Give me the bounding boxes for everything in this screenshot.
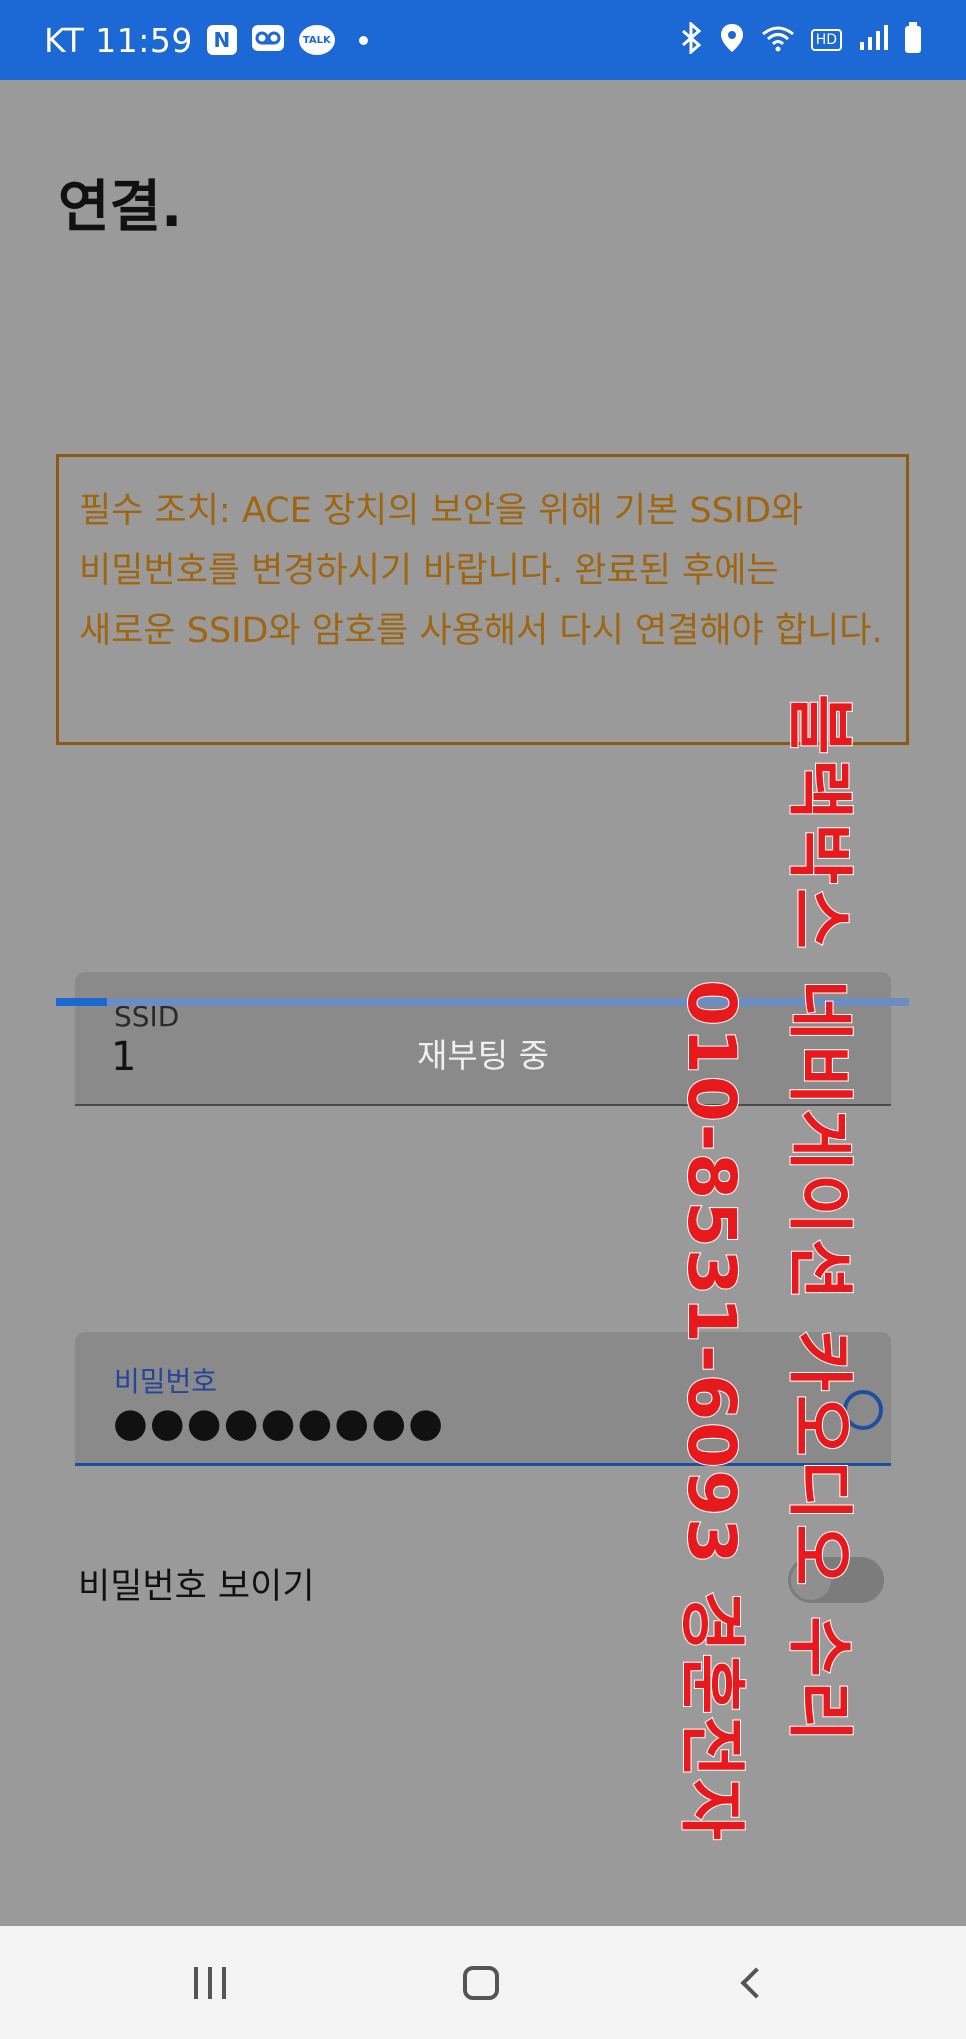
- system-navigation-bar: [0, 1926, 966, 2039]
- home-icon: [463, 1965, 499, 2000]
- back-button[interactable]: [691, 1926, 811, 2039]
- kakaotalk-notification-icon: TALK: [298, 25, 335, 55]
- security-notice-text: 필수 조치: ACE 장치의 보안을 위해 기본 SSID와 비밀번호를 변경하…: [79, 491, 883, 651]
- recent-apps-icon: [194, 1966, 226, 1999]
- naver-notification-icon: N: [206, 25, 237, 55]
- page-title: 연결.: [58, 175, 183, 240]
- more-notifications-dot: [358, 35, 368, 45]
- show-password-label: 비밀번호 보이기: [78, 1567, 315, 1607]
- watermark-line-2: 010-8531-6093 경훈전자: [672, 979, 751, 1843]
- recent-apps-button[interactable]: [150, 1926, 270, 2039]
- password-input[interactable]: ●●●●●●●●●: [113, 1400, 445, 1446]
- battery-icon: [904, 22, 922, 58]
- password-field[interactable]: 비밀번호 ●●●●●●●●●: [75, 1332, 891, 1466]
- home-button[interactable]: [421, 1926, 541, 2039]
- status-bar-left: KT 11:59 N TALK: [44, 0, 368, 80]
- progress-bar-fill: [56, 998, 108, 1006]
- signal-icon: [858, 24, 888, 56]
- carrier-time: KT 11:59: [44, 20, 193, 60]
- watermark-line-1: 블랙박스 네비게이션 카오디오 수리: [780, 693, 859, 1747]
- password-field-label: 비밀번호: [114, 1365, 218, 1398]
- bluetooth-icon: [679, 20, 703, 58]
- volte-hd-icon: HD: [810, 29, 842, 51]
- status-bar: KT 11:59 N TALK HD: [0, 0, 966, 80]
- status-bar-right: HD: [679, 0, 922, 80]
- voicemail-icon: [251, 24, 285, 56]
- wifi-icon: [761, 24, 795, 56]
- back-chevron-icon: [740, 1966, 772, 1999]
- location-icon: [719, 22, 745, 58]
